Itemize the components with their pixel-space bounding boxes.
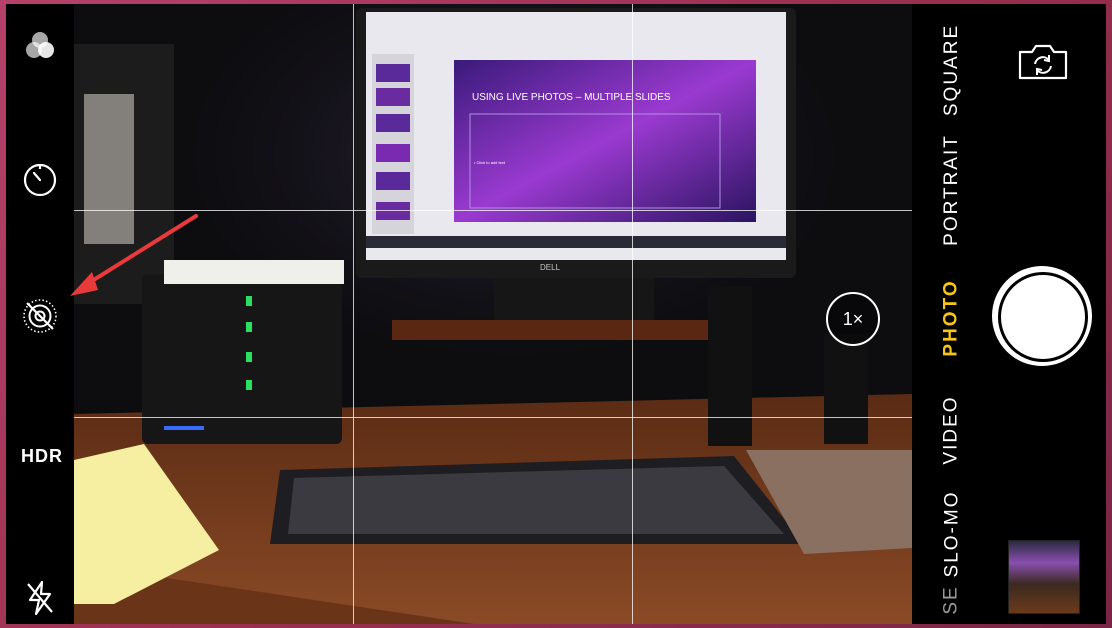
right-control-bar: SQUARE PORTRAIT PHOTO VIDEO SLO-MO SE: [912, 4, 1106, 624]
mode-photo[interactable]: PHOTO: [922, 268, 982, 368]
switch-camera-icon[interactable]: [1016, 42, 1070, 82]
shutter-inner-ring: [998, 272, 1088, 362]
camera-app: HDR USING LIVE PHOTOS – MULTIPLE SLIDES …: [6, 4, 1106, 624]
live-photo-icon[interactable]: [20, 296, 60, 336]
grid-line-h2: [74, 417, 912, 418]
filters-icon[interactable]: [20, 26, 60, 66]
scene-image: USING LIVE PHOTOS – MULTIPLE SLIDES • Cl…: [74, 4, 912, 624]
left-control-bar: HDR: [6, 4, 74, 624]
mode-portrait-label: PORTRAIT: [941, 134, 962, 246]
mode-video[interactable]: VIDEO: [922, 380, 982, 480]
mode-timelapse-partial[interactable]: SE: [922, 550, 982, 624]
last-photo-thumbnail[interactable]: [1008, 540, 1080, 614]
slide-bullet: • Click to add text: [474, 160, 506, 165]
monitor-brand: DELL: [540, 263, 561, 272]
slide-title: USING LIVE PHOTOS – MULTIPLE SLIDES: [472, 92, 671, 103]
mode-square[interactable]: SQUARE: [922, 20, 982, 120]
screenshot-frame: HDR USING LIVE PHOTOS – MULTIPLE SLIDES …: [0, 0, 1112, 628]
viewfinder[interactable]: USING LIVE PHOTOS – MULTIPLE SLIDES • Cl…: [74, 4, 912, 624]
shutter-button[interactable]: [992, 266, 1092, 366]
mode-square-label: SQUARE: [941, 23, 962, 117]
flash-off-icon[interactable]: [20, 578, 60, 618]
mode-video-label: VIDEO: [941, 395, 962, 465]
zoom-button[interactable]: 1×: [826, 292, 880, 346]
grid-line-h1: [74, 210, 912, 211]
mode-portrait[interactable]: PORTRAIT: [922, 134, 982, 246]
mode-partial-label: SE: [940, 585, 962, 615]
timer-icon[interactable]: [20, 160, 60, 200]
hdr-toggle[interactable]: HDR: [14, 446, 70, 467]
grid-line-v1: [353, 4, 354, 624]
mode-photo-label: PHOTO: [941, 279, 962, 357]
grid-line-v2: [632, 4, 633, 624]
